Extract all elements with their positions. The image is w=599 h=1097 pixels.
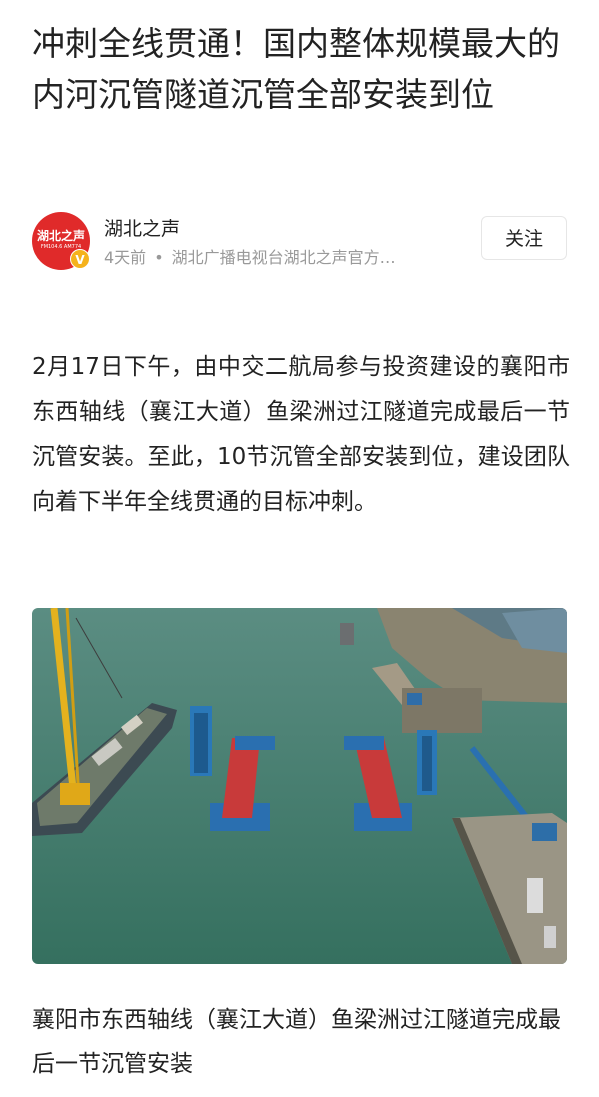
meta-separator: • <box>154 248 164 267</box>
author-bar: 湖北之声 FM104.6 AM774 V 湖北之声 4天前 • 湖北广播电视台湖北之… <box>32 212 567 272</box>
verified-badge-icon: V <box>70 249 90 269</box>
avatar-logo-text: 湖北之声 <box>36 229 85 243</box>
author-name[interactable]: 湖北之声 <box>104 214 180 241</box>
follow-button[interactable]: 关注 <box>481 216 567 260</box>
photo-caption: 襄阳市东西轴线（襄江大道）鱼梁洲过江隧道完成最后一节沉管安装 <box>32 1007 561 1077</box>
article-title: 冲刺全线贯通！国内整体规模最大的内河沉管隧道沉管全部安装到位 <box>32 24 560 114</box>
publish-time: 4天前 <box>104 248 147 267</box>
aerial-tunnel-photo <box>32 608 567 964</box>
author-source: 湖北广播电视台湖北之声官方… <box>171 248 396 267</box>
article-paragraph: 2月17日下午，由中交二航局参与投资建设的襄阳市东西轴线（襄江大道）鱼梁洲过江隧… <box>32 354 570 515</box>
author-meta: 4天前 • 湖北广播电视台湖北之声官方… <box>104 244 396 268</box>
article-photo[interactable] <box>32 608 567 964</box>
